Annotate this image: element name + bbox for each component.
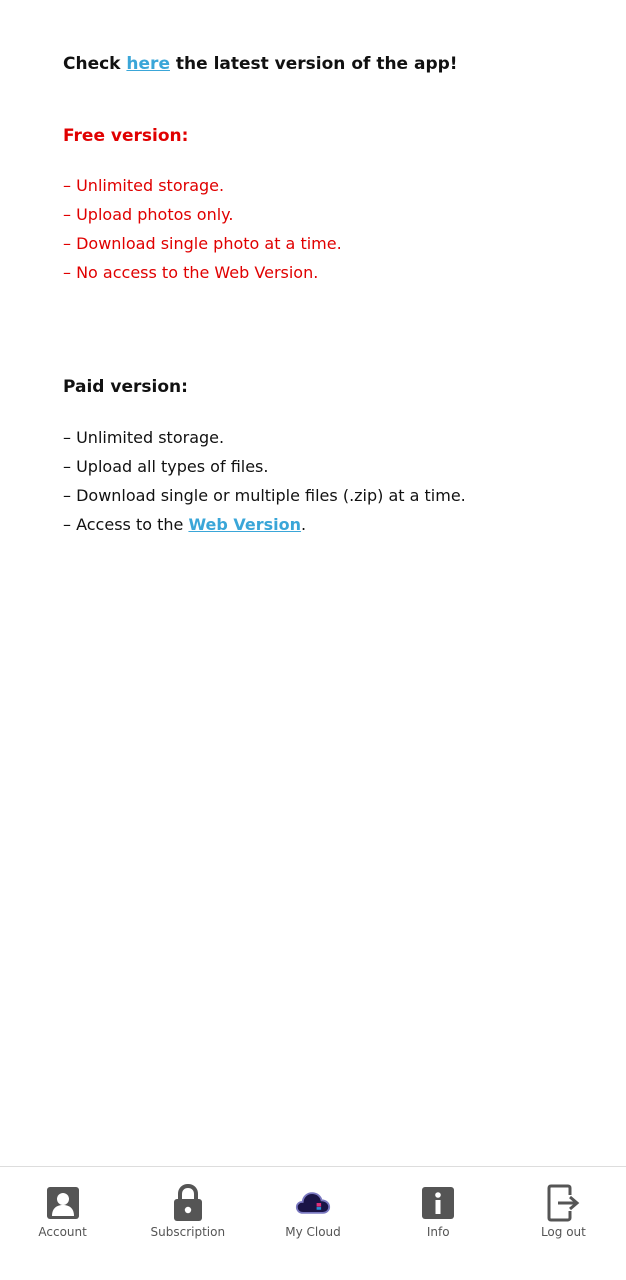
nav-item-my-cloud[interactable]: My Cloud	[250, 1167, 375, 1280]
paid-version-list: – Unlimited storage. – Upload all types …	[63, 423, 466, 539]
logout-icon	[545, 1184, 581, 1222]
nav-item-account[interactable]: Account	[0, 1167, 125, 1280]
free-item: – Download single photo at a time.	[63, 234, 342, 253]
lock-icon	[170, 1184, 206, 1221]
bottom-navigation: Account Subscription My Cloud Info Log o…	[0, 1166, 626, 1280]
cloud-icon	[295, 1185, 331, 1221]
free-version-list: – Unlimited storage. – Upload photos onl…	[63, 171, 342, 287]
account-icon	[45, 1185, 81, 1221]
paid-item: – Unlimited storage.	[63, 428, 225, 447]
intro-text: Check here the latest version of the app…	[63, 52, 458, 76]
nav-label-my-cloud: My Cloud	[285, 1225, 341, 1239]
free-item: – Unlimited storage.	[63, 176, 225, 195]
paid-item-period: .	[301, 515, 307, 534]
paid-item-access-text: – Access to the	[63, 515, 189, 534]
nav-label-subscription: Subscription	[150, 1225, 226, 1239]
free-version-title: Free version:	[63, 126, 189, 146]
intro-after-link: the latest version of the app!	[169, 54, 458, 74]
paid-version-title: Paid version:	[63, 377, 188, 397]
here-link[interactable]: here	[126, 54, 170, 74]
nav-label-log-out: Log out	[540, 1225, 586, 1239]
paid-item: – Access to the Web Version.	[63, 510, 466, 539]
nav-label-info: Info	[426, 1225, 450, 1239]
nav-item-info[interactable]: Info	[376, 1167, 501, 1280]
nav-item-subscription[interactable]: Subscription	[125, 1167, 250, 1280]
free-item: – Upload photos only.	[63, 205, 234, 224]
paid-item: – Download single or multiple files (.zi…	[63, 486, 466, 505]
nav-label-account: Account	[38, 1225, 87, 1239]
intro-before-link: Check	[63, 54, 127, 74]
info-icon	[420, 1185, 456, 1221]
free-item: – No access to the Web Version.	[63, 263, 319, 282]
nav-item-log-out[interactable]: Log out	[501, 1167, 626, 1280]
web-version-link[interactable]: Web Version	[188, 515, 301, 534]
paid-item: – Upload all types of files.	[63, 457, 269, 476]
